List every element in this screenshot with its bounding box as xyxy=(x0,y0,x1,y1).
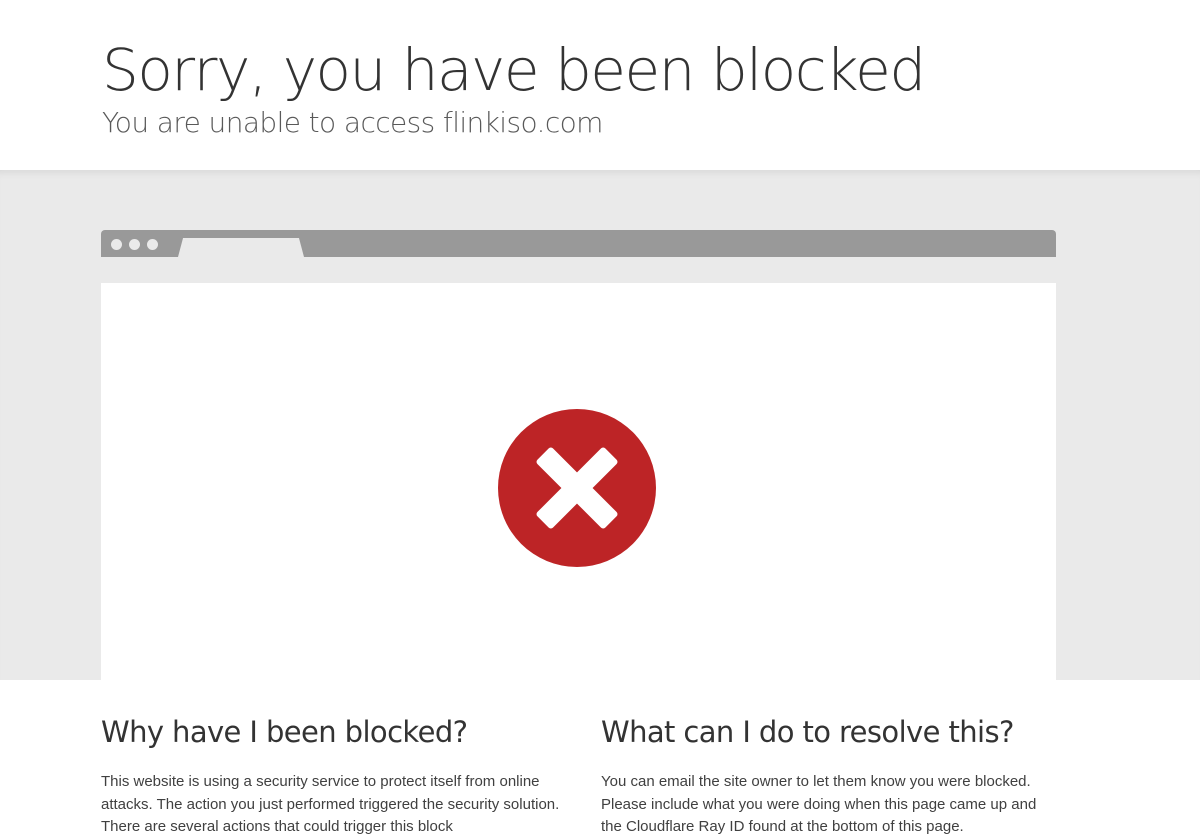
resolve-heading: What can I do to resolve this? xyxy=(601,715,1014,749)
blocked-x-icon xyxy=(498,409,656,567)
why-blocked-text: This website is using a security service… xyxy=(101,773,560,835)
resolve-section: What can I do to resolve this? You can e… xyxy=(601,712,1071,839)
window-dot-icon xyxy=(147,239,158,250)
page-title: Sorry, you have been blocked xyxy=(102,36,926,104)
window-dot-icon xyxy=(129,239,140,250)
browser-window-illustration xyxy=(101,283,1056,680)
page-header: Sorry, you have been blocked You are una… xyxy=(0,0,1200,170)
why-blocked-section: Why have I been blocked? This website is… xyxy=(101,712,571,839)
browser-bar-illustration xyxy=(101,230,1056,257)
why-blocked-heading: Why have I been blocked? xyxy=(101,715,468,749)
browser-tab-illustration xyxy=(178,238,304,257)
page-subtitle: You are unable to access flinkiso.com xyxy=(102,106,603,139)
window-dot-icon xyxy=(111,239,122,250)
resolve-text: You can email the site owner to let them… xyxy=(601,773,1037,835)
